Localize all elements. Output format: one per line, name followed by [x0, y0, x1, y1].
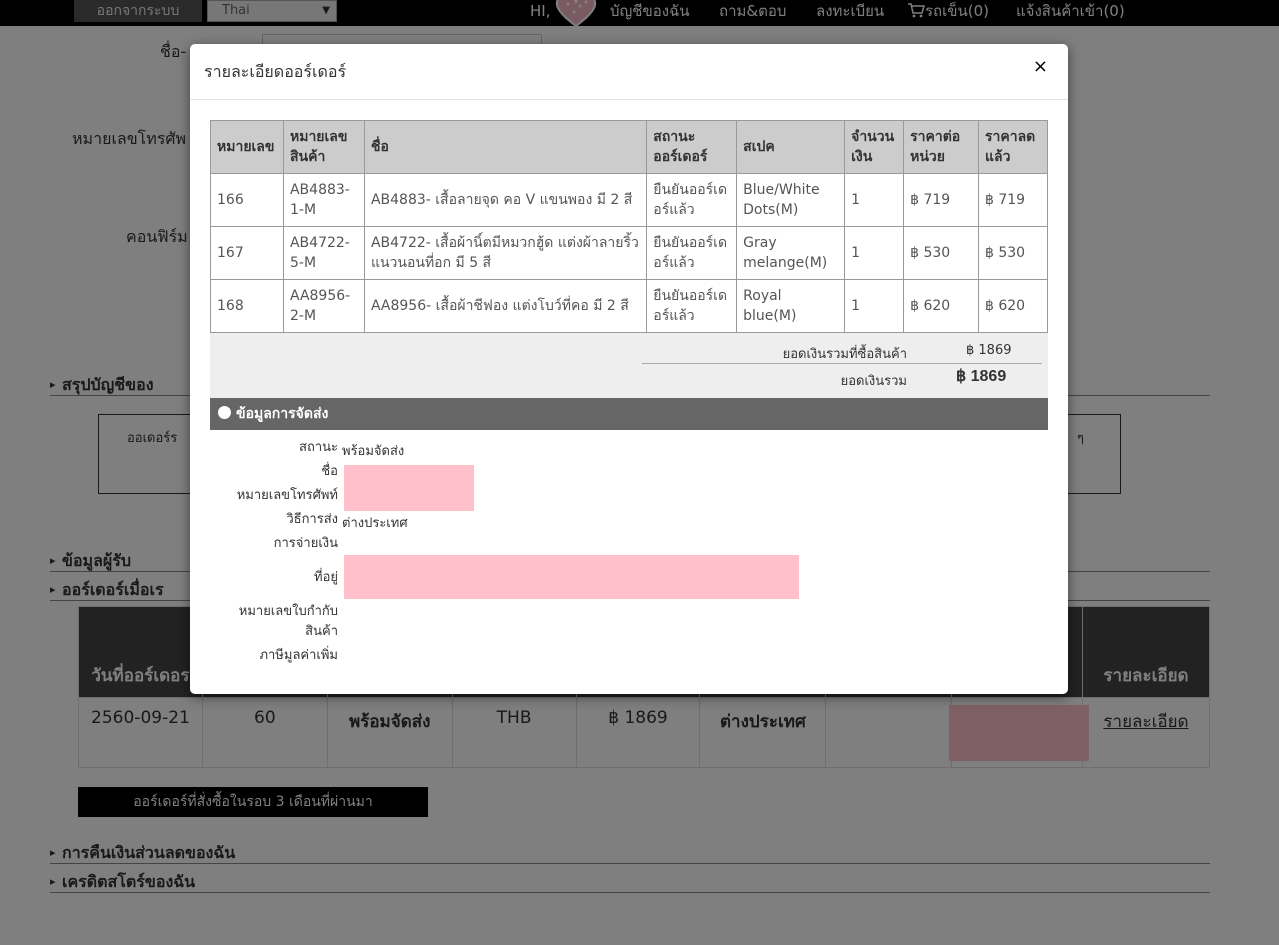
item-number: 166 [210, 173, 284, 227]
modal-header: รายละเอียดออร์เดอร์ × [190, 44, 1068, 100]
item-status: ยืนยันออร์เดอร์แล้ว [646, 173, 738, 227]
table-row: 167 AB4722-5-M AB4722- เสื้อผ้านิ์ตมีหมว… [210, 226, 1048, 280]
item-name: AA8956- เสื้อผ้าชีฟอง แต่งโบว์ที่คอ มี 2… [363, 279, 648, 333]
subtotal-value: ฿ 1869 [966, 343, 1012, 358]
item-code: AB4722-5-M [282, 226, 365, 280]
item-quantity: 1 [844, 226, 905, 280]
modal-title: รายละเอียดออร์เดอร์ [204, 62, 347, 81]
item-unit-price: ฿ 530 [903, 226, 979, 280]
item-status: ยืนยันออร์เดอร์แล้ว [646, 226, 738, 280]
item-spec: Royal blue(M) [736, 279, 846, 333]
ship-invoice-label-2: สินค้า [305, 624, 338, 639]
close-icon[interactable]: × [1033, 56, 1048, 77]
redacted-address [344, 555, 799, 599]
ship-method-value: ต่างประเทศ [342, 516, 408, 531]
item-name: AB4883- เสื้อลายจุด คอ V แขนพอง มี 2 สี [363, 173, 648, 227]
total-label: ยอดเงินรวม [840, 374, 907, 389]
item-quantity: 1 [844, 279, 905, 333]
col-spec: สเปค [736, 120, 846, 174]
order-detail-modal: รายละเอียดออร์เดอร์ × หมายเลข หมายเลขสิน… [190, 44, 1068, 694]
ship-payment-label: การจ่ายเงิน [273, 536, 338, 551]
totals-divider [642, 363, 1042, 364]
col-number: หมายเลข [210, 120, 284, 174]
ship-address-label: ที่อยู่ [314, 570, 338, 585]
subtotal-label: ยอดเงินรวมที่ซื้อสินค้า [782, 347, 907, 362]
ship-phone-label: หมายเลขโทรศัพท์ [236, 488, 338, 503]
order-items-table: หมายเลข หมายเลขสินค้า ชื่อ สถานะออร์เดอร… [210, 120, 1048, 333]
item-code: AB4883-1-M [282, 173, 365, 227]
item-status: ยืนยันออร์เดอร์แล้ว [646, 279, 738, 333]
col-order-status: สถานะออร์เดอร์ [646, 120, 738, 174]
item-unit-price: ฿ 719 [903, 173, 979, 227]
ship-invoice-label: หมายเลขใบกำกับ [238, 604, 338, 619]
shipping-info-title: ข้อมูลการจัดส่ง [236, 406, 329, 422]
col-product-code: หมายเลขสินค้า [282, 120, 365, 174]
ship-status-value: พร้อมจัดส่ง [342, 444, 405, 459]
item-code: AA8956-2-M [282, 279, 365, 333]
col-quantity: จำนวนเงิน [844, 120, 905, 174]
item-spec: Blue/White Dots(M) [736, 173, 846, 227]
total-value: ฿ 1869 [956, 368, 1007, 385]
ship-method-label: วิธีการส่ง [286, 512, 338, 527]
ship-vat-label: ภาษีมูลค่าเพิ่ม [259, 648, 338, 663]
redacted-name-phone [344, 465, 474, 511]
bullet-icon [218, 406, 231, 419]
ship-status-label: สถานะ [299, 440, 338, 455]
item-number: 167 [210, 226, 284, 280]
item-unit-price: ฿ 620 [903, 279, 979, 333]
table-row: 166 AB4883-1-M AB4883- เสื้อลายจุด คอ V … [210, 173, 1048, 227]
item-discounted-price: ฿ 530 [978, 226, 1048, 280]
order-totals: ยอดเงินรวมที่ซื้อสินค้า ฿ 1869 ยอดเงินรว… [210, 333, 1048, 398]
item-quantity: 1 [844, 173, 905, 227]
item-name: AB4722- เสื้อผ้านิ์ตมีหมวกฮู้ด แต่งผ้าลา… [363, 226, 648, 280]
item-discounted-price: ฿ 620 [978, 279, 1048, 333]
shipping-info-header: ข้อมูลการจัดส่ง [210, 398, 1048, 430]
col-name: ชื่อ [363, 120, 648, 174]
item-number: 168 [210, 279, 284, 333]
col-unit-price: ราคาต่อหน่วย [903, 120, 979, 174]
item-spec: Gray melange(M) [736, 226, 846, 280]
ship-name-label: ชื่อ [321, 464, 338, 479]
table-row: 168 AA8956-2-M AA8956- เสื้อผ้าชีฟอง แต่… [210, 279, 1048, 333]
item-discounted-price: ฿ 719 [978, 173, 1048, 227]
col-discounted-price: ราคาลดแล้ว [978, 120, 1048, 174]
